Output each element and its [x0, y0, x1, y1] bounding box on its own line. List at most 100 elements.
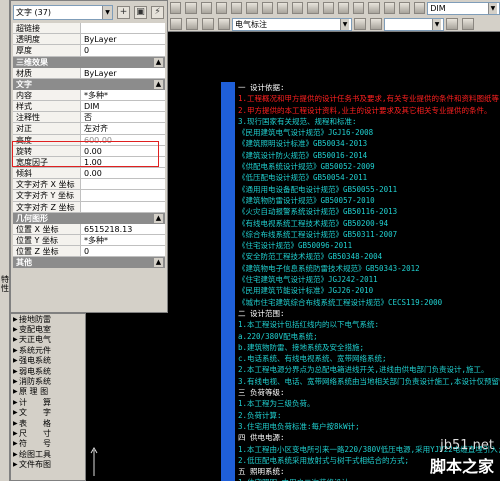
text-line[interactable]: 1.工程概况和甲方提供的设计任务书及要求,有关专业提供的条件和资料图纸等: [238, 93, 500, 104]
text-line[interactable]: 一 设计依据:: [238, 82, 500, 93]
text-line[interactable]: 《城市住宅建筑综合布线系统工程设计规范》CECS119:2000: [238, 297, 500, 308]
property-value[interactable]: [81, 23, 165, 33]
zoom-window-icon[interactable]: [276, 2, 288, 14]
text-line[interactable]: 《建筑设计防火规范》GB50016-2014: [238, 150, 500, 161]
property-row[interactable]: 材质 ByLayer: [13, 67, 165, 79]
property-row[interactable]: 透明度 ByLayer: [13, 34, 165, 46]
property-value[interactable]: [81, 179, 165, 189]
property-value[interactable]: 否: [81, 112, 165, 122]
text-line[interactable]: 《住宅设计规范》GB50096-2011: [238, 240, 500, 251]
layer-previous-icon[interactable]: [370, 18, 382, 30]
tool-palette-icon[interactable]: [337, 2, 349, 14]
text-line[interactable]: 《低压配电设计规范》GB50054-2011: [238, 172, 500, 183]
dim-style-combo[interactable]: DIM ▼: [427, 1, 500, 15]
help-icon[interactable]: [383, 2, 395, 14]
layer-color-icon[interactable]: [218, 18, 230, 30]
text-line[interactable]: 《供配电系统设计规范》GB50052-2009: [238, 161, 500, 172]
text-line[interactable]: 2.甲方提供的本工程设计资料,业主的设计要求及其它相关专业提供的条件。: [238, 105, 500, 116]
lineweight-icon[interactable]: [462, 18, 474, 30]
quick-select-button[interactable]: ⚡: [151, 5, 164, 19]
text-line[interactable]: 3.住宅用电负荷标准:每户按8kW计;: [238, 421, 500, 432]
design-notes-text[interactable]: 一 设计依据: 1.工程概况和甲方提供的设计任务书及要求,有关专业提供的条件和资料…: [238, 82, 500, 481]
text-line[interactable]: 2.本工程电源分界点为总配电箱进线开关,进线由供电部门负责设计,施工。: [238, 364, 500, 375]
property-row[interactable]: 内容 *多种*: [13, 89, 165, 101]
tool-menu-item[interactable]: ▶ 表 格: [11, 418, 85, 428]
collapse-icon[interactable]: ▲: [154, 57, 163, 67]
text-line[interactable]: 3.有线电视、电话、宽带网络系统由当地相关部门负责设计施工,本设计仅预留管线。: [238, 376, 500, 387]
make-current-icon[interactable]: [354, 18, 366, 30]
tool-menu-item[interactable]: ▶ 计 算: [11, 397, 85, 407]
tool-menu-item[interactable]: ▶ 强电系统: [11, 356, 85, 366]
text-line[interactable]: 《民用建筑节能设计标准》JGJ26-2010: [238, 285, 500, 296]
property-row[interactable]: 文字对齐 Y 坐标: [13, 190, 165, 202]
text-line[interactable]: 《有线电视系统工程技术规范》GB50200-94: [238, 218, 500, 229]
layer-freeze-icon[interactable]: [186, 18, 198, 30]
text-line[interactable]: 二 设计范围:: [238, 308, 500, 319]
text-line[interactable]: 2.负荷计算:: [238, 410, 500, 421]
property-row[interactable]: 超链接: [13, 23, 165, 35]
tool-menu-item[interactable]: ▶ 绘图工具: [11, 449, 85, 459]
category-header[interactable]: 三维效果 ▲: [13, 56, 165, 68]
collapse-icon[interactable]: ▲: [154, 213, 163, 223]
layer-icon[interactable]: [170, 2, 182, 14]
property-value[interactable]: *多种*: [81, 235, 165, 245]
category-header[interactable]: 几何图形 ▲: [13, 212, 165, 224]
text-line[interactable]: 《火灾自动报警系统设计规范》GB50116-2013: [238, 206, 500, 217]
text-line[interactable]: 三 负荷等级:: [238, 387, 500, 398]
text-line[interactable]: 《综合布线系统工程设计规范》GB50311-2007: [238, 229, 500, 240]
grid-icon[interactable]: [200, 2, 212, 14]
property-value[interactable]: ByLayer: [81, 68, 165, 78]
text-line[interactable]: a.220/380V配电系统;: [238, 331, 500, 342]
property-row[interactable]: 对正 左对齐: [13, 123, 165, 135]
tool-menu-item[interactable]: ▶ 尺 寸: [11, 428, 85, 438]
drawing-canvas[interactable]: 一 设计依据: 1.工程概况和甲方提供的设计任务书及要求,有关专业提供的条件和资料…: [168, 32, 500, 481]
text-line[interactable]: 《通用用电设备配电设计规范》GB50055-2011: [238, 184, 500, 195]
color-combo[interactable]: ▼: [384, 17, 444, 31]
tool-menu-item[interactable]: ▶ 天正电气: [11, 335, 85, 345]
tool-menu-item[interactable]: ▶ 文件布图: [11, 459, 85, 469]
text-line[interactable]: b.建筑物防雷、接地系统及安全措施;: [238, 342, 500, 353]
category-header[interactable]: 文字 ▲: [13, 78, 165, 90]
sun-icon[interactable]: [185, 2, 197, 14]
tool-menu-item[interactable]: ▶ 符 号: [11, 439, 85, 449]
property-row[interactable]: 厚度 0: [13, 45, 165, 57]
palette-titlebar[interactable]: 特性: [0, 0, 10, 481]
collapse-icon[interactable]: ▲: [154, 79, 163, 89]
property-row[interactable]: 位置 X 坐标 6515218.13: [13, 223, 165, 235]
property-value[interactable]: 0: [81, 246, 165, 256]
undo-icon[interactable]: [215, 2, 227, 14]
text-line[interactable]: 《民用建筑电气设计规范》JGJ16-2008: [238, 127, 500, 138]
property-value[interactable]: [81, 190, 165, 200]
select-objects-button[interactable]: ▣: [134, 5, 147, 19]
property-row[interactable]: 位置 Y 坐标 *多种*: [13, 235, 165, 247]
property-value[interactable]: DIM: [81, 101, 165, 111]
text-line[interactable]: c.电话系统、有线电视系统、宽带网络系统;: [238, 353, 500, 364]
property-row[interactable]: 倾斜 0.00: [13, 168, 165, 180]
tool-menu-item[interactable]: ▶ 文 字: [11, 408, 85, 418]
property-row[interactable]: 文字对齐 X 坐标: [13, 179, 165, 191]
object-type-select[interactable]: 文字 (37) ▼: [13, 4, 113, 20]
property-value[interactable]: *多种*: [81, 90, 165, 100]
zoom-icon[interactable]: [261, 2, 273, 14]
text-line[interactable]: 1.住宅照明,由用户二次装修设计。: [238, 477, 500, 481]
text-line[interactable]: 3.现行国家有关规范、规程和标准:: [238, 116, 500, 127]
text-line[interactable]: 1.本工程设计包括红线内的以下电气系统:: [238, 319, 500, 330]
text-line[interactable]: 《建筑照明设计标准》GB50034-2013: [238, 138, 500, 149]
style-icon[interactable]: [398, 2, 410, 14]
property-row[interactable]: 位置 Z 坐标 0: [13, 246, 165, 258]
redo-icon[interactable]: [231, 2, 243, 14]
layer-combo[interactable]: 电气标注 ▼: [232, 17, 352, 31]
calculator-icon[interactable]: [353, 2, 365, 14]
property-value[interactable]: ByLayer: [81, 34, 165, 44]
text-line[interactable]: 1.本工程为三级负荷。: [238, 398, 500, 409]
collapse-icon[interactable]: ▲: [154, 258, 163, 268]
pan-icon[interactable]: [246, 2, 258, 14]
text-line[interactable]: 《建筑物电子信息系统防雷技术规范》GB50343-2012: [238, 263, 500, 274]
layer-lock-icon[interactable]: [202, 18, 214, 30]
property-row[interactable]: 注释性否: [13, 112, 165, 124]
property-value[interactable]: 0.00: [81, 168, 165, 178]
property-value[interactable]: [81, 202, 165, 212]
tool-menu-item[interactable]: ▶ 原 理 图: [11, 387, 85, 397]
dim-style-icon[interactable]: [414, 2, 426, 14]
zoom-previous-icon[interactable]: [292, 2, 304, 14]
